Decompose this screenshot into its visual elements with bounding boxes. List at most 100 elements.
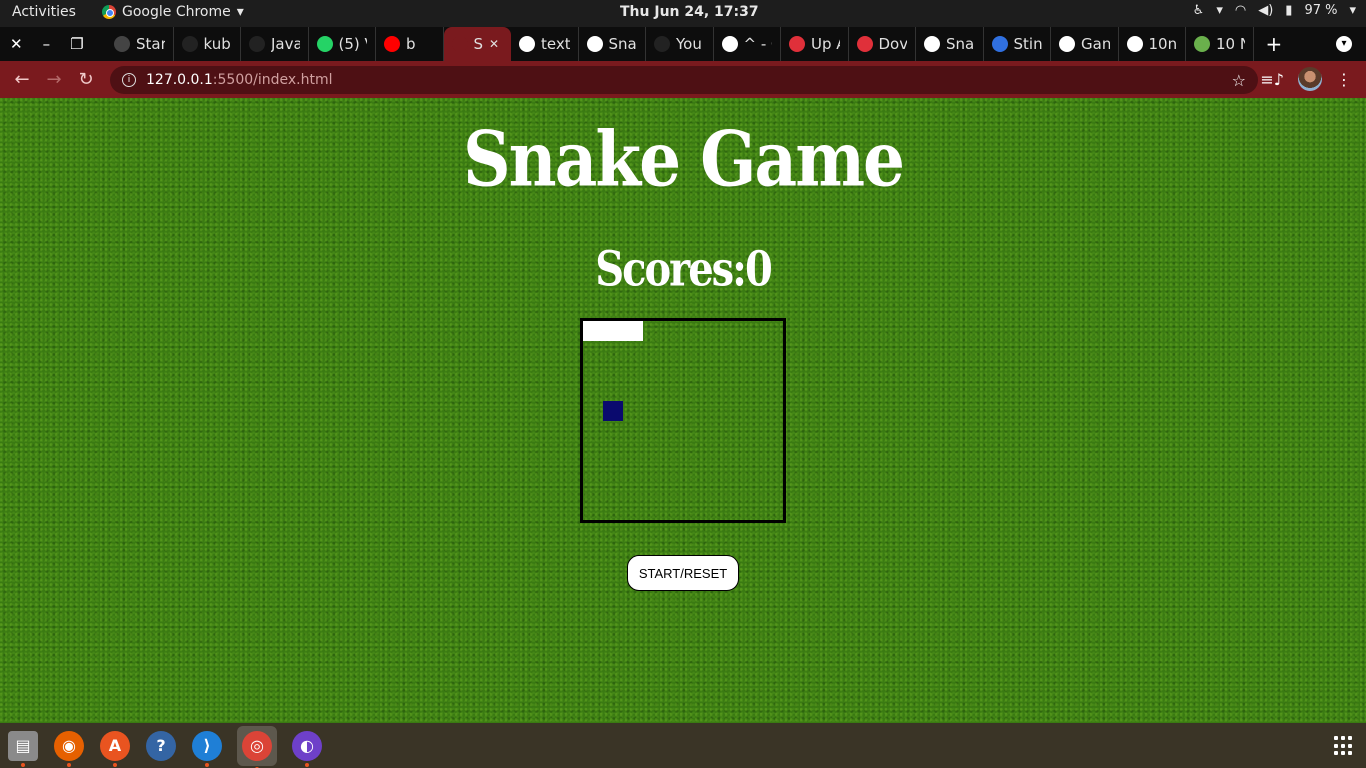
tab-title: S <box>473 35 484 53</box>
tab-title: Java <box>271 35 300 53</box>
tab-title: (5) V <box>338 35 368 53</box>
page-content: Snake Game Scores:0 START/RESET <box>0 98 1366 723</box>
tab-14[interactable]: Gan <box>1051 27 1119 61</box>
new-tab-button[interactable]: + <box>1266 32 1283 56</box>
close-window-icon[interactable]: ✕ <box>10 35 23 53</box>
media-control-icon[interactable]: ≡♪ <box>1260 70 1284 89</box>
forward-button[interactable]: → <box>38 69 70 90</box>
bookmark-star-icon[interactable]: ☆ <box>1232 71 1246 90</box>
running-indicator <box>113 762 117 767</box>
app-menu-label: Google Chrome <box>122 4 231 20</box>
help-icon-glyph: ? <box>146 730 176 761</box>
globe-icon <box>924 36 940 52</box>
battery-icon: ▮ <box>1285 3 1293 18</box>
show-applications-icon[interactable] <box>1334 736 1354 756</box>
address-bar[interactable]: i 127.0.0.1:5500/index.html ☆ <box>110 66 1258 94</box>
github-icon <box>654 36 670 52</box>
start-reset-button[interactable]: START/RESET <box>627 555 739 591</box>
toolbar-right: ≡♪ ⋮ <box>1260 67 1352 91</box>
whatsapp-icon <box>316 36 333 52</box>
tab-6[interactable]: text <box>511 27 579 61</box>
tab-title: text <box>541 35 570 53</box>
tab-search-icon[interactable]: ▾ <box>1336 36 1352 52</box>
wifi-icon: ◠ <box>1234 3 1247 18</box>
chevron-down-icon: ▾ <box>1349 3 1356 18</box>
minimize-window-icon[interactable]: – <box>43 35 51 53</box>
tab-12[interactable]: Snal <box>916 27 984 61</box>
app-menu[interactable]: Google Chrome ▾ <box>102 4 244 20</box>
close-tab-icon[interactable]: ✕ <box>489 37 499 51</box>
heart-icon <box>856 36 873 52</box>
files-icon[interactable]: ▤ <box>7 730 39 767</box>
tab-title: ^ - G <box>743 35 773 53</box>
tab-1[interactable]: kub <box>174 27 241 61</box>
10n-icon <box>1194 36 1210 52</box>
game-board[interactable] <box>580 318 786 523</box>
globe-icon <box>1059 36 1075 52</box>
tab-title: Snal <box>608 35 638 53</box>
stin-icon <box>991 36 1008 52</box>
chrome-icon <box>102 5 116 19</box>
snake-body <box>583 321 643 341</box>
dock-items: ▤ ◉ A? ⟩ ◎ ◐ <box>7 725 323 768</box>
tab-list: StarkubJava(5) VbS✕textSnalYou^ - GUp AD… <box>106 27 1254 61</box>
tab-8[interactable]: You <box>646 27 714 61</box>
github-icon <box>181 36 198 52</box>
google-icon <box>519 36 535 52</box>
tab-5[interactable]: S ✕ <box>443 27 511 61</box>
youtube-icon <box>384 36 400 52</box>
url-path: :5500/index.html <box>212 72 333 88</box>
chrome-icon[interactable]: ◎ <box>237 725 277 768</box>
files-icon-glyph: ▤ <box>8 730 38 761</box>
tab-title: Stin <box>1013 35 1043 53</box>
tab-2[interactable]: Java <box>241 27 309 61</box>
tab-title: Snal <box>946 35 975 53</box>
vscode-icon[interactable]: ⟩ <box>191 730 223 767</box>
google-icon <box>1126 36 1143 52</box>
help-icon[interactable]: ? <box>145 730 177 762</box>
software-center-icon[interactable]: A <box>99 730 131 767</box>
reload-button[interactable]: ↻ <box>70 69 102 90</box>
heart-icon <box>789 36 805 52</box>
tab-title: Gan <box>1081 35 1110 53</box>
system-tray[interactable]: ♿ ▾ ◠ ◀) ▮ 97 % ▾ <box>1193 3 1356 18</box>
github-desktop-icon[interactable]: ◐ <box>291 730 323 767</box>
accessibility-icon[interactable]: ♿ <box>1193 3 1205 18</box>
chevron-down-icon: ▾ <box>1216 3 1223 18</box>
running-indicator <box>305 762 309 767</box>
more-menu-icon[interactable]: ⋮ <box>1336 70 1352 89</box>
tab-9[interactable]: ^ - G <box>714 27 781 61</box>
tab-title: Dov <box>878 35 908 53</box>
tab-10[interactable]: Up A <box>781 27 849 61</box>
google-icon <box>721 36 738 52</box>
site-info-icon[interactable]: i <box>122 73 136 87</box>
globe-icon <box>586 36 603 52</box>
score-label: Scores:0 <box>595 241 773 298</box>
tab-title: 10 N <box>1216 35 1245 53</box>
tab-13[interactable]: Stin <box>984 27 1051 61</box>
tab-11[interactable]: Dov <box>849 27 916 61</box>
tab-16[interactable]: 10 N <box>1186 27 1254 61</box>
tab-title: 10n <box>1148 35 1178 53</box>
activities-button[interactable]: Activities <box>12 4 76 20</box>
avatar[interactable] <box>1298 67 1322 91</box>
firefox-icon[interactable]: ◉ <box>53 730 85 767</box>
food-block <box>603 401 623 421</box>
tab-7[interactable]: Snal <box>579 27 646 61</box>
star-app-icon <box>114 36 130 52</box>
tab-4[interactable]: b <box>376 27 444 61</box>
ubuntu-dock: ▤ ◉ A? ⟩ ◎ ◐ <box>0 723 1366 768</box>
page-title: Snake Game <box>462 114 905 204</box>
back-button[interactable]: ← <box>6 69 38 90</box>
chrome-icon-glyph: ◎ <box>242 730 272 761</box>
tab-0[interactable]: Star <box>106 27 174 61</box>
clock[interactable]: Thu Jun 24, 17:37 <box>620 4 759 20</box>
restore-window-icon[interactable]: ❐ <box>70 35 83 53</box>
battery-percent: 97 % <box>1304 3 1338 18</box>
tab-15[interactable]: 10n <box>1119 27 1186 61</box>
firefox-icon-glyph: ◉ <box>54 730 84 761</box>
tab-title: Star <box>136 35 165 53</box>
java-icon <box>249 36 265 52</box>
tab-3[interactable]: (5) V <box>309 27 376 61</box>
tab-title: b <box>406 35 416 53</box>
